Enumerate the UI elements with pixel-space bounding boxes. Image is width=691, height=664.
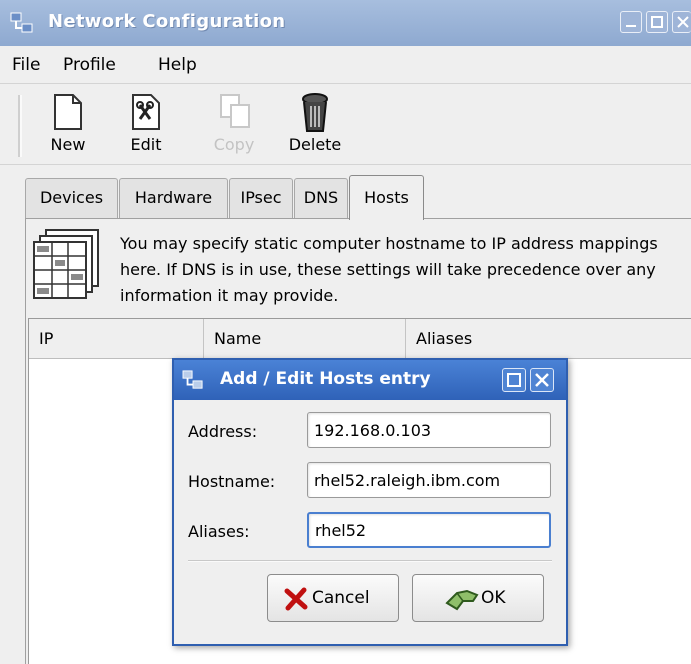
edit-label: Edit: [130, 135, 162, 154]
aliases-input[interactable]: [307, 512, 551, 548]
dialog-title: Add / Edit Hosts entry: [220, 369, 431, 389]
maximize-icon[interactable]: [502, 368, 526, 392]
edit-button[interactable]: Edit: [110, 91, 182, 157]
network-app-icon: [182, 370, 204, 390]
table-header: IP Name Aliases: [29, 319, 691, 359]
close-icon[interactable]: [530, 368, 554, 392]
tab-ipsec[interactable]: IPsec: [229, 178, 293, 218]
toolbar: New Edit Copy Delete: [0, 85, 691, 165]
new-label: New: [50, 135, 86, 154]
dialog-titlebar[interactable]: Add / Edit Hosts entry: [174, 360, 566, 400]
ok-hand-icon: [445, 589, 479, 611]
network-app-icon: [10, 12, 34, 34]
column-header-name[interactable]: Name: [204, 319, 406, 359]
tab-hardware[interactable]: Hardware: [119, 178, 228, 218]
close-icon[interactable]: [672, 11, 691, 33]
address-input[interactable]: [307, 412, 551, 448]
cancel-label: Cancel: [312, 588, 370, 608]
maximize-icon[interactable]: [646, 11, 668, 33]
aliases-label: Aliases:: [188, 522, 250, 541]
dialog-separator: [188, 560, 552, 562]
delete-button[interactable]: Delete: [279, 91, 351, 157]
hosts-entry-dialog: Add / Edit Hosts entry Address: Hostname…: [172, 358, 568, 646]
new-button[interactable]: New: [32, 91, 104, 157]
edit-icon: [132, 94, 160, 130]
cancel-button[interactable]: Cancel: [267, 574, 399, 622]
toolbar-grip[interactable]: [18, 95, 22, 157]
tab-hosts[interactable]: Hosts: [349, 175, 424, 220]
tab-devices[interactable]: Devices: [25, 178, 118, 218]
window-title: Network Configuration: [48, 11, 286, 32]
hostname-input[interactable]: [307, 462, 551, 498]
address-label: Address:: [188, 422, 258, 441]
cancel-x-icon: [284, 587, 308, 611]
hosts-description: You may specify static computer hostname…: [120, 234, 658, 305]
window-titlebar[interactable]: Network Configuration: [0, 0, 691, 46]
menu-bar: File Profile Help: [0, 46, 691, 84]
column-header-aliases[interactable]: Aliases: [406, 319, 691, 359]
menu-file[interactable]: File: [12, 55, 40, 75]
copy-icon: [220, 94, 250, 128]
minimize-icon[interactable]: [620, 11, 642, 33]
ok-button[interactable]: OK: [412, 574, 544, 622]
copy-label: Copy: [213, 135, 255, 154]
ok-label: OK: [481, 588, 506, 608]
menu-help[interactable]: Help: [158, 55, 197, 75]
copy-button[interactable]: Copy: [198, 91, 270, 157]
hostname-label: Hostname:: [188, 472, 276, 491]
menu-profile[interactable]: Profile: [63, 55, 116, 75]
hosts-table-icon: [32, 228, 102, 304]
tab-dns[interactable]: DNS: [294, 178, 348, 218]
delete-label: Delete: [288, 135, 342, 154]
delete-trash-icon: [302, 93, 328, 132]
new-document-icon: [54, 94, 82, 130]
column-header-ip[interactable]: IP: [29, 319, 204, 359]
